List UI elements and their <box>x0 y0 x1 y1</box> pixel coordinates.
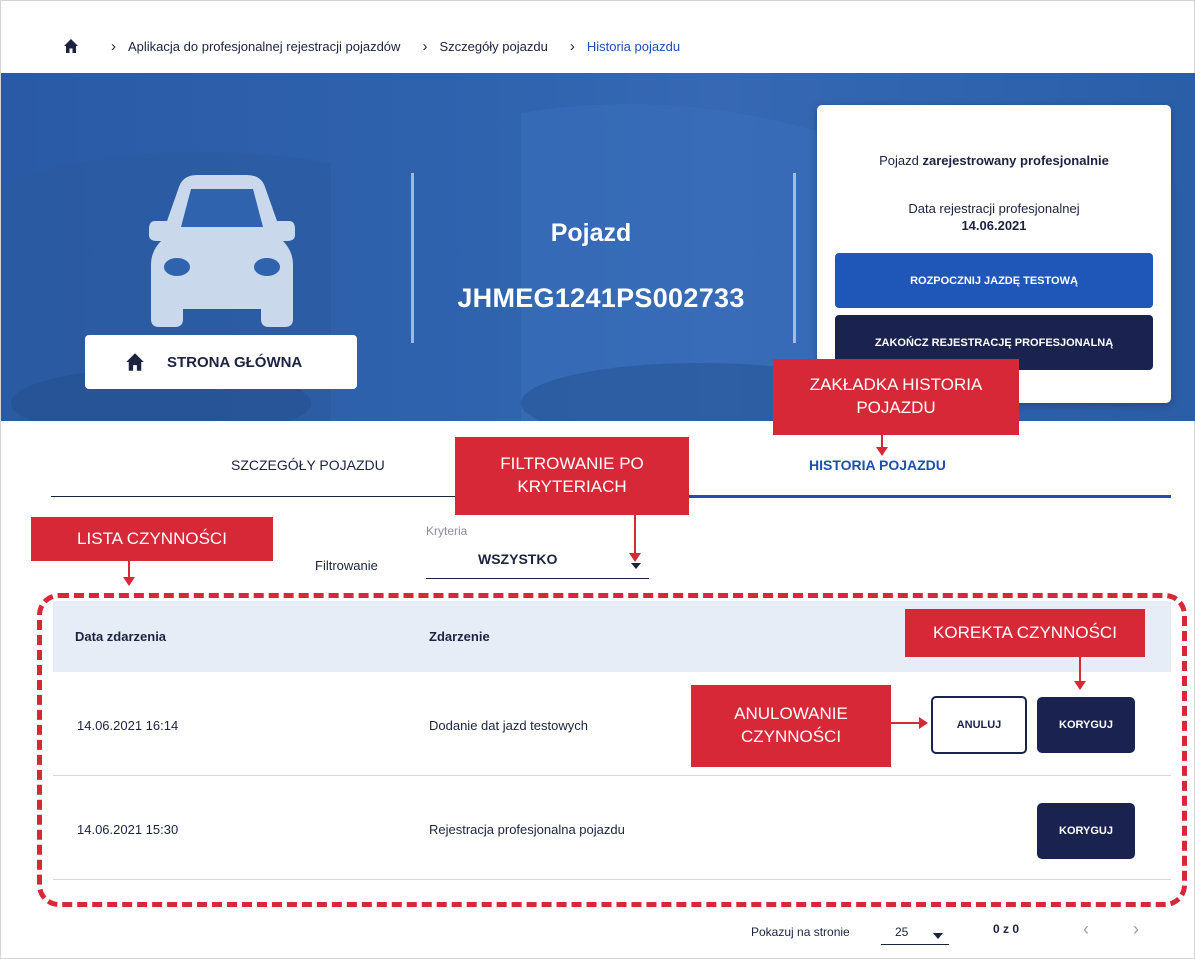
home-icon[interactable] <box>63 38 79 54</box>
annotation-arrow-head <box>876 447 888 456</box>
chevron-right-icon: › <box>422 37 428 55</box>
annotation-arrow-head <box>1074 681 1086 690</box>
annotation-correct: KOREKTA CZYNNOŚCI <box>905 609 1145 657</box>
active-tab-indicator <box>609 495 1171 498</box>
breadcrumb-item-app[interactable]: Aplikacja do profesjonalnej rejestracji … <box>128 39 400 54</box>
car-icon <box>149 175 295 327</box>
tab-vehicle-history[interactable]: HISTORIA POJAZDU <box>809 457 946 473</box>
home-icon <box>126 353 144 371</box>
vehicle-vin: JHMEG1241PS002733 <box>457 283 745 313</box>
registration-status: Pojazd zarejestrowany profesjonalnie <box>879 153 1109 168</box>
breadcrumb-item-vehicle-details[interactable]: Szczegóły pojazdu <box>439 39 547 54</box>
annotation-cancel: ANULOWANIE CZYNNOŚCI <box>691 685 891 767</box>
breadcrumb: › Aplikacja do profesjonalnej rejestracj… <box>63 34 680 58</box>
caret-down-icon <box>631 563 641 569</box>
annotation-filter: FILTROWANIE PO KRYTERIACH <box>455 437 689 515</box>
registration-date-label: Data rejestracji profesjonalnej <box>908 201 1080 216</box>
registration-date: 14.06.2021 <box>961 218 1027 233</box>
chevron-right-icon[interactable]: › <box>1133 919 1139 940</box>
annotation-arrow-head <box>629 553 641 562</box>
vehicle-label: Pojazd <box>550 219 632 247</box>
hero-divider <box>793 173 796 343</box>
filter-label: Filtrowanie <box>315 558 378 573</box>
start-test-drive-button[interactable]: ROZPOCZNIJ JAZDĘ TESTOWĄ <box>835 253 1153 308</box>
page: › Aplikacja do profesjonalnej rejestracj… <box>0 0 1195 959</box>
annotation-activity-list: LISTA CZYNNOŚCI <box>31 517 273 561</box>
chevron-right-icon: › <box>569 37 575 55</box>
home-button-label: STRONA GŁÓWNA <box>167 353 303 371</box>
annotation-arrow <box>1079 657 1081 683</box>
per-page-value: 25 <box>895 925 909 939</box>
tab-vehicle-details[interactable]: SZCZEGÓŁY POJAZDU <box>231 457 385 473</box>
annotation-arrow <box>634 515 636 555</box>
criteria-selected-value: WSZYSTKO <box>478 551 558 567</box>
breadcrumb-item-history: Historia pojazdu <box>586 38 681 54</box>
annotation-arrow <box>891 722 921 724</box>
caret-down-icon <box>933 933 943 939</box>
hero-divider <box>411 173 414 343</box>
chevron-left-icon[interactable]: ‹ <box>1083 919 1089 940</box>
annotation-arrow-head <box>919 717 928 729</box>
annotation-arrow-head <box>123 577 135 586</box>
chevron-right-icon: › <box>111 37 116 55</box>
per-page-label: Pokazuj na stronie <box>751 925 850 939</box>
criteria-label: Kryteria <box>426 524 468 538</box>
home-button[interactable]: STRONA GŁÓWNA <box>85 335 357 389</box>
annotation-history-tab: ZAKŁADKA HISTORIA POJAZDU <box>773 359 1019 435</box>
per-page-select[interactable]: 25 <box>881 917 949 945</box>
page-count: 0 z 0 <box>993 922 1020 936</box>
criteria-select[interactable]: WSZYSTKO <box>426 543 649 579</box>
